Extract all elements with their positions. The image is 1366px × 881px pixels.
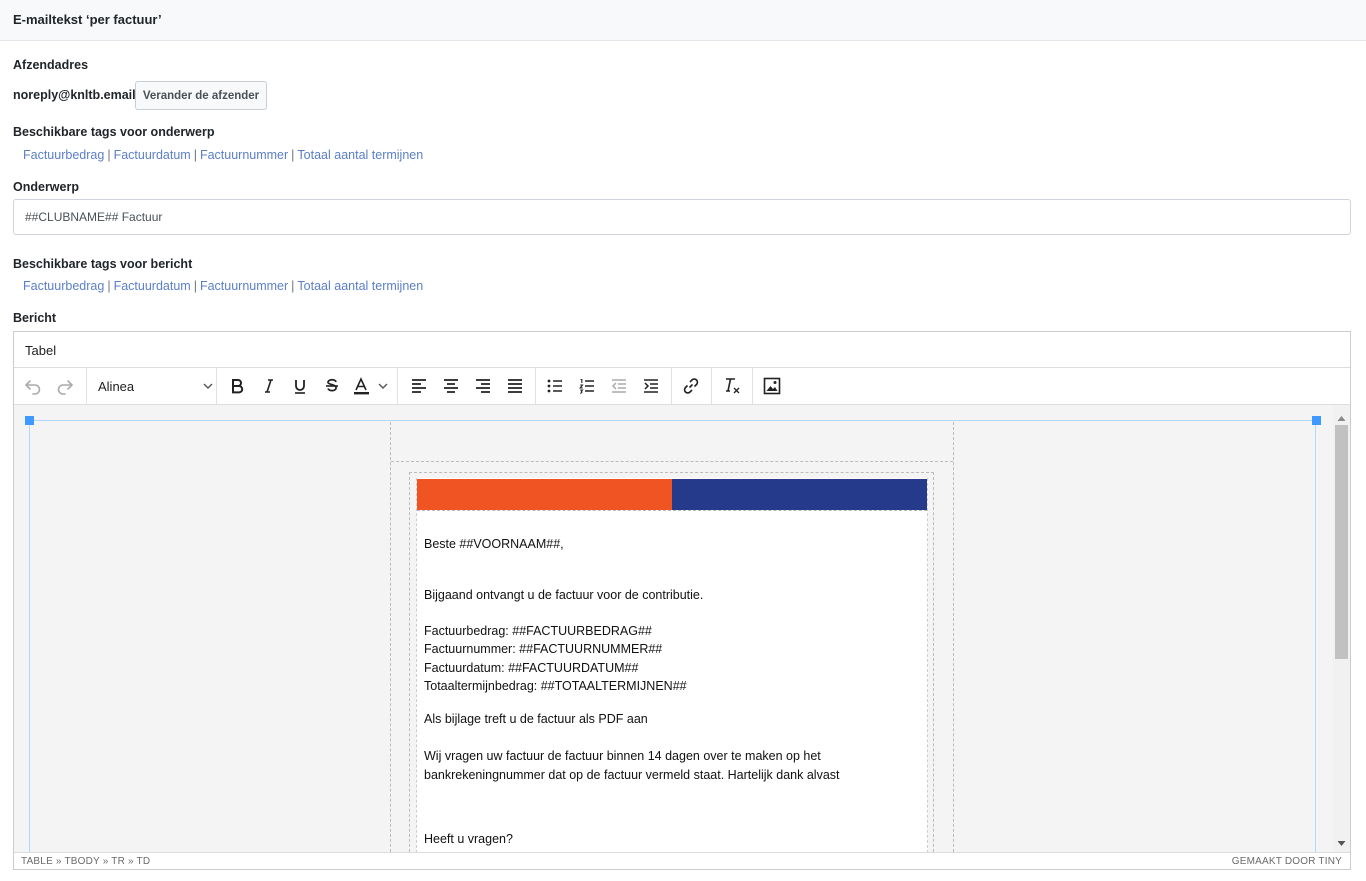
menu-table[interactable]: Tabel — [25, 343, 56, 358]
toolbar-separator — [535, 368, 536, 404]
bold-icon[interactable] — [223, 372, 251, 400]
banner-blue-block — [672, 479, 927, 510]
subject-input[interactable] — [13, 199, 1351, 235]
redo-icon[interactable] — [51, 372, 79, 400]
image-icon[interactable] — [758, 372, 786, 400]
editor-scrollbar[interactable] — [1333, 405, 1350, 852]
mail-line-total: Totaaltermijnbedrag: ##TOTAALTERMIJNEN## — [424, 679, 687, 693]
resize-handle-top-left[interactable] — [25, 416, 34, 425]
align-right-icon[interactable] — [469, 372, 497, 400]
mail-intro: Bijgaand ontvangt u de factuur voor de c… — [424, 588, 704, 602]
mail-payment-line-2: bankrekeningnummer dat op de factuur ver… — [424, 768, 840, 782]
block-format-value: Alinea — [98, 379, 135, 394]
toolbar-separator — [752, 368, 753, 404]
sender-label: Afzendadres — [13, 58, 89, 72]
resize-handle-top-right[interactable] — [1312, 416, 1321, 425]
mail-questions: Heeft u vragen? — [424, 832, 513, 846]
page-header: E-mailtekst ‘per factuur’ — [0, 0, 1366, 41]
table-cell-border — [953, 422, 954, 852]
toolbar-separator — [671, 368, 672, 404]
banner-orange-block — [417, 479, 672, 510]
mail-payment-line-1: Wij vragen uw factuur de factuur binnen … — [424, 749, 821, 763]
scroll-down-arrow-icon[interactable] — [1337, 835, 1346, 850]
outdent-icon[interactable] — [605, 372, 633, 400]
subject-tag-factuurdatum[interactable]: Factuurdatum — [114, 148, 191, 162]
bullet-list-icon[interactable] — [541, 372, 569, 400]
editor-menubar: Tabel — [14, 332, 1350, 368]
numbered-list-icon[interactable] — [573, 372, 601, 400]
align-justify-icon[interactable] — [501, 372, 529, 400]
undo-icon[interactable] — [19, 372, 47, 400]
table-row-border — [391, 461, 953, 462]
align-center-icon[interactable] — [437, 372, 465, 400]
mail-greeting: Beste ##VOORNAAM##, — [424, 537, 564, 551]
mail-line-date: Factuurdatum: ##FACTUURDATUM## — [424, 661, 639, 675]
message-tags-label: Beschikbare tags voor bericht — [13, 257, 193, 271]
toolbar-separator — [397, 368, 398, 404]
subject-tag-totaal-termijnen[interactable]: Totaal aantal termijnen — [297, 148, 423, 162]
italic-icon[interactable] — [255, 372, 283, 400]
strikethrough-icon[interactable] — [318, 372, 346, 400]
toolbar-separator — [711, 368, 712, 404]
mail-line-amount: Factuurbedrag: ##FACTUURBEDRAG## — [424, 624, 652, 638]
link-icon[interactable] — [677, 372, 705, 400]
mail-line-number: Factuurnummer: ##FACTUURNUMMER## — [424, 642, 663, 656]
indent-icon[interactable] — [637, 372, 665, 400]
page-title: E-mailtekst ‘per factuur’ — [13, 12, 162, 27]
element-path[interactable]: TABLE » TBODY » TR » TD — [21, 856, 150, 867]
banner-divider — [417, 510, 927, 511]
message-tag-factuurbedrag[interactable]: Factuurbedrag — [23, 279, 104, 293]
tag-separator: | — [107, 148, 111, 162]
block-format-select[interactable]: Alinea — [98, 372, 214, 400]
scrollbar-thumb[interactable] — [1335, 425, 1348, 659]
message-tag-totaal-termijnen[interactable]: Totaal aantal termijnen — [297, 279, 423, 293]
tiny-branding-link[interactable]: GEMAAKT DOOR TINY — [1232, 856, 1342, 867]
subject-tags-list: Factuurbedrag | Factuurdatum | Factuurnummer… — [23, 148, 423, 162]
underline-icon[interactable] — [286, 372, 314, 400]
message-tag-factuurnummer[interactable]: Factuurnummer — [200, 279, 288, 293]
subject-tags-label: Beschikbare tags voor onderwerp — [13, 125, 215, 139]
tag-separator: | — [193, 279, 197, 293]
editor-content-area[interactable]: Beste ##VOORNAAM##, Bijgaand ontvangt u … — [14, 405, 1350, 852]
message-tags-list: Factuurbedrag | Factuurdatum | Factuurnummer… — [23, 279, 423, 293]
clear-format-icon[interactable] — [718, 372, 746, 400]
tag-separator: | — [193, 148, 197, 162]
subject-tag-factuurbedrag[interactable]: Factuurbedrag — [23, 148, 104, 162]
mail-attachment: Als bijlage treft u de factuur als PDF a… — [424, 712, 648, 726]
message-label: Bericht — [13, 311, 57, 325]
tag-separator: | — [107, 279, 111, 293]
editor-toolbar: Alinea — [14, 368, 1350, 405]
align-left-icon[interactable] — [405, 372, 433, 400]
subject-label: Onderwerp — [13, 180, 79, 194]
text-color-icon[interactable] — [351, 372, 393, 400]
editor-statusbar: TABLE » TBODY » TR » TD GEMAAKT DOOR TIN… — [14, 852, 1350, 869]
rich-text-editor: Tabel Alinea Beste ##VOORNAAM##, Bijgaan… — [13, 331, 1351, 870]
table-cell-border — [390, 422, 391, 852]
scroll-up-arrow-icon[interactable] — [1337, 410, 1346, 425]
change-sender-button[interactable]: Verander de afzender — [135, 81, 267, 110]
message-tag-factuurdatum[interactable]: Factuurdatum — [114, 279, 191, 293]
chevron-down-icon — [202, 380, 214, 395]
subject-tag-factuurnummer[interactable]: Factuurnummer — [200, 148, 288, 162]
toolbar-separator — [216, 368, 217, 404]
toolbar-separator — [86, 368, 87, 404]
sender-email: noreply@knltb.email — [13, 88, 136, 102]
